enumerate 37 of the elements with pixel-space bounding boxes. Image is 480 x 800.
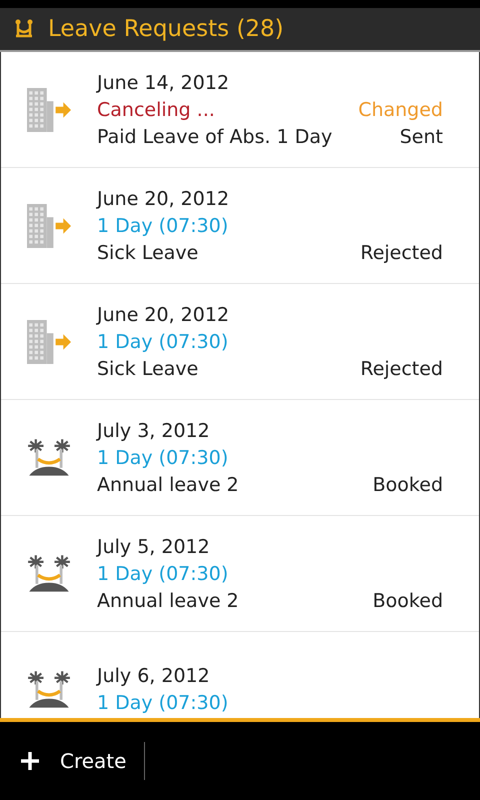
leave-type: Sick Leave [97,242,198,264]
request-duration: Canceling ... [97,98,215,120]
leave-type: Annual leave 2 [97,590,239,612]
change-status: Changed [358,98,443,120]
request-duration: 1 Day (07:30) [97,446,228,468]
request-status: Booked [372,474,443,496]
request-duration: 1 Day (07:30) [97,562,228,584]
plus-icon [20,751,40,771]
leave-type: Paid Leave of Abs. 1 Day [97,126,332,148]
building-arrow-icon [24,204,74,248]
leave-request-row[interactable]: July 5, 2012 1 Day (07:30) Annual leave 2 Booked [1,516,479,632]
request-date: July 5, 2012 [97,536,211,558]
request-date: July 6, 2012 [97,665,211,687]
building-arrow-icon [24,88,74,132]
leave-request-row[interactable]: July 3, 2012 1 Day (07:30) Annual leave 2 Booked [1,400,479,516]
request-status: Sent [400,126,443,148]
request-date: June 20, 2012 [97,188,230,210]
request-duration: 1 Day (07:30) [97,330,228,352]
screen-title: Leave Requests (28) [48,16,284,42]
palm-island-icon [27,438,71,478]
request-date: June 20, 2012 [97,304,230,326]
hammock-icon [14,19,34,39]
leave-request-row[interactable]: June 14, 2012 Canceling ... Changed Paid Leave of Abs. 1 Day Sent [1,52,479,168]
request-date: July 3, 2012 [97,420,211,442]
request-duration: 1 Day (07:30) [97,692,228,714]
palm-island-icon [27,670,71,710]
leave-type: Sick Leave [97,358,198,380]
building-arrow-icon [24,320,74,364]
palm-island-icon [27,554,71,594]
leave-request-row[interactable]: June 20, 2012 1 Day (07:30) Sick Leave Rejected [1,168,479,284]
leave-request-row[interactable]: June 20, 2012 1 Day (07:30) Sick Leave Rejected [1,284,479,400]
request-date: June 14, 2012 [97,72,230,94]
request-status: Booked [372,590,443,612]
request-status: Rejected [360,242,443,264]
leave-type: Annual leave 2 [97,474,239,496]
request-duration: 1 Day (07:30) [97,214,228,236]
request-status: Rejected [360,358,443,380]
